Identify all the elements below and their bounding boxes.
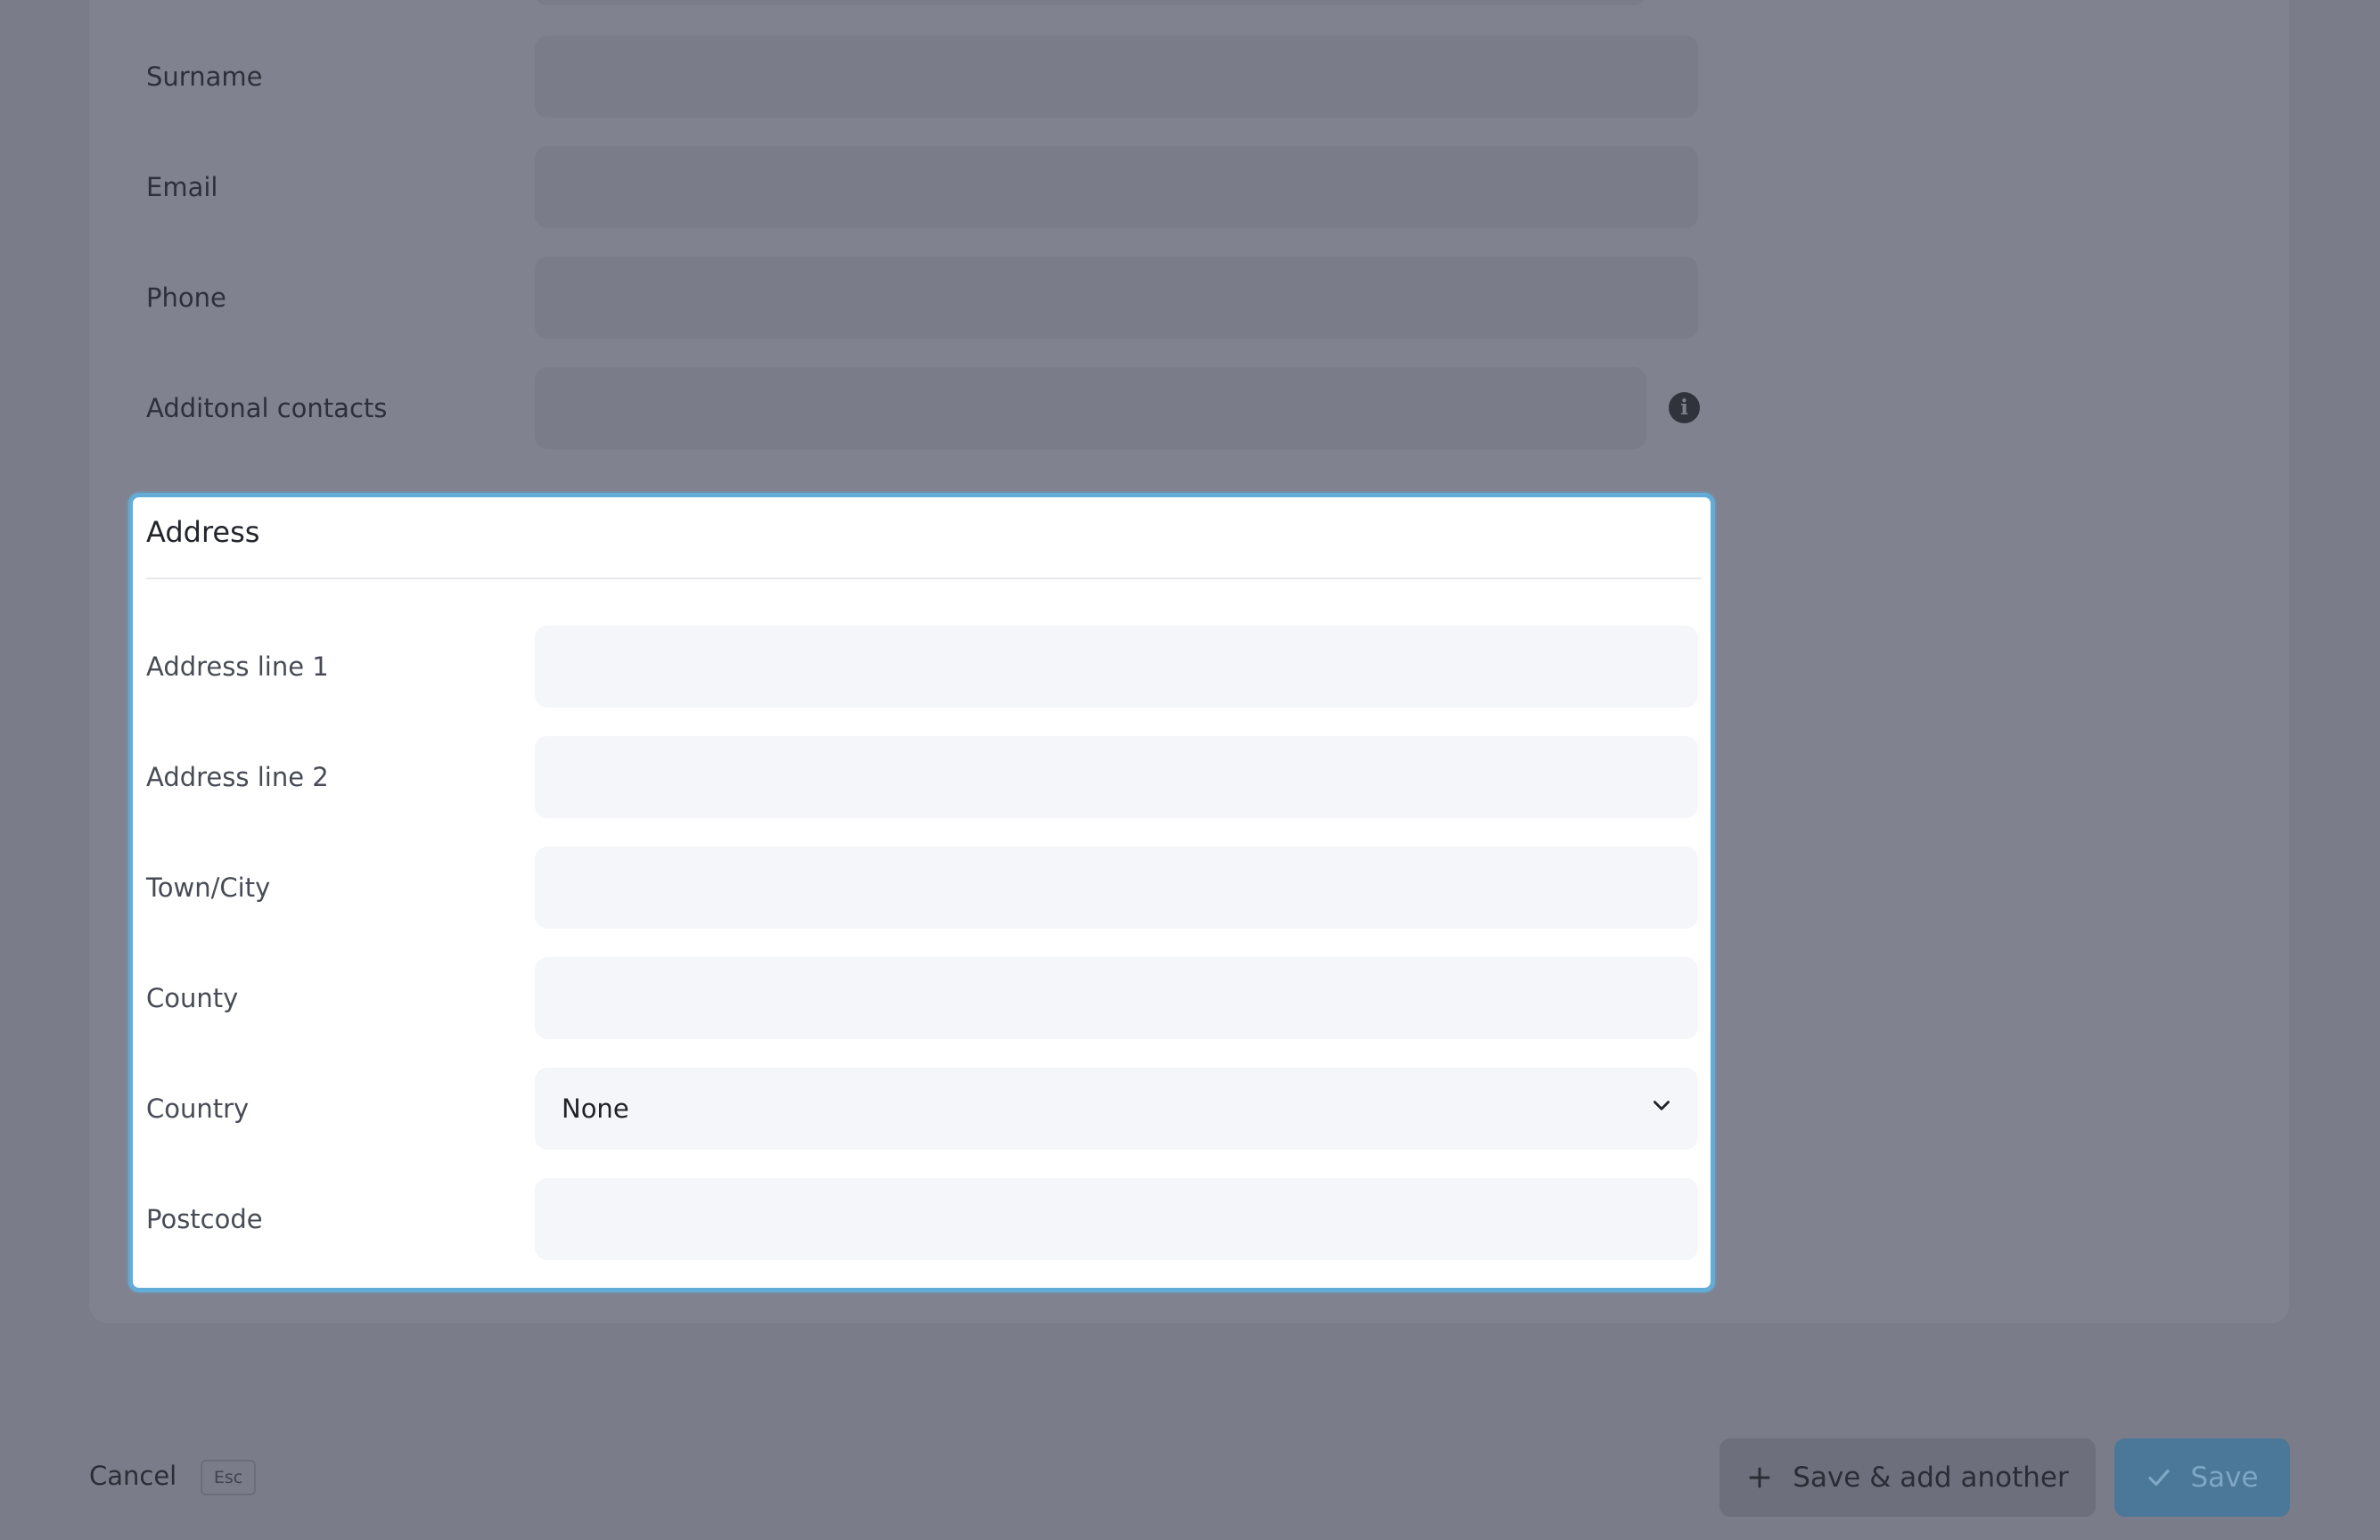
phone-label: Phone bbox=[146, 283, 226, 313]
county-input[interactable] bbox=[535, 957, 1698, 1039]
check-icon bbox=[2148, 1469, 2171, 1487]
address-line-2-row: Address line 2 bbox=[0, 736, 2380, 818]
additional-contacts-input[interactable] bbox=[535, 367, 1646, 449]
phone-input[interactable] bbox=[535, 257, 1698, 339]
address-section-title: Address bbox=[146, 515, 260, 549]
phone-row: Phone bbox=[0, 257, 2380, 339]
esc-shortcut-badge: Esc bbox=[201, 1460, 256, 1495]
address-line-2-input[interactable] bbox=[535, 736, 1698, 818]
additional-contacts-row: Additonal contacts i bbox=[0, 367, 2380, 449]
postcode-label: Postcode bbox=[146, 1204, 263, 1234]
previous-field-input[interactable] bbox=[535, 0, 1646, 5]
surname-label: Surname bbox=[146, 61, 263, 92]
address-divider bbox=[146, 578, 1701, 579]
town-city-label: Town/City bbox=[146, 872, 271, 903]
town-city-input[interactable] bbox=[535, 847, 1698, 929]
address-line-1-input[interactable] bbox=[535, 626, 1698, 708]
email-label: Email bbox=[146, 172, 218, 202]
cancel-button[interactable]: Cancel bbox=[89, 1461, 176, 1491]
address-line-1-label: Address line 1 bbox=[146, 651, 329, 682]
save-and-add-another-label: Save & add another bbox=[1793, 1462, 2069, 1494]
save-and-add-another-button[interactable]: Save & add another bbox=[1719, 1438, 2096, 1517]
save-label: Save bbox=[2190, 1462, 2259, 1494]
country-row: Country None bbox=[0, 1068, 2380, 1150]
email-input[interactable] bbox=[535, 146, 1698, 228]
surname-input[interactable] bbox=[535, 36, 1698, 118]
address-line-1-row: Address line 1 bbox=[0, 626, 2380, 708]
info-icon[interactable]: i bbox=[1669, 392, 1700, 423]
save-button[interactable]: Save bbox=[2114, 1438, 2290, 1517]
county-label: County bbox=[146, 983, 239, 1013]
country-select-value: None bbox=[562, 1094, 629, 1124]
chevron-down-icon bbox=[1654, 1101, 1670, 1110]
county-row: County bbox=[0, 957, 2380, 1039]
country-select[interactable]: None bbox=[535, 1068, 1698, 1150]
postcode-input[interactable] bbox=[535, 1178, 1698, 1260]
address-line-2-label: Address line 2 bbox=[146, 762, 329, 792]
postcode-row: Postcode bbox=[0, 1178, 2380, 1260]
additional-contacts-label: Additonal contacts bbox=[146, 393, 388, 423]
town-city-row: Town/City bbox=[0, 847, 2380, 929]
surname-row: Surname bbox=[0, 36, 2380, 118]
plus-icon bbox=[1749, 1467, 1770, 1488]
country-label: Country bbox=[146, 1094, 250, 1124]
email-row: Email bbox=[0, 146, 2380, 228]
